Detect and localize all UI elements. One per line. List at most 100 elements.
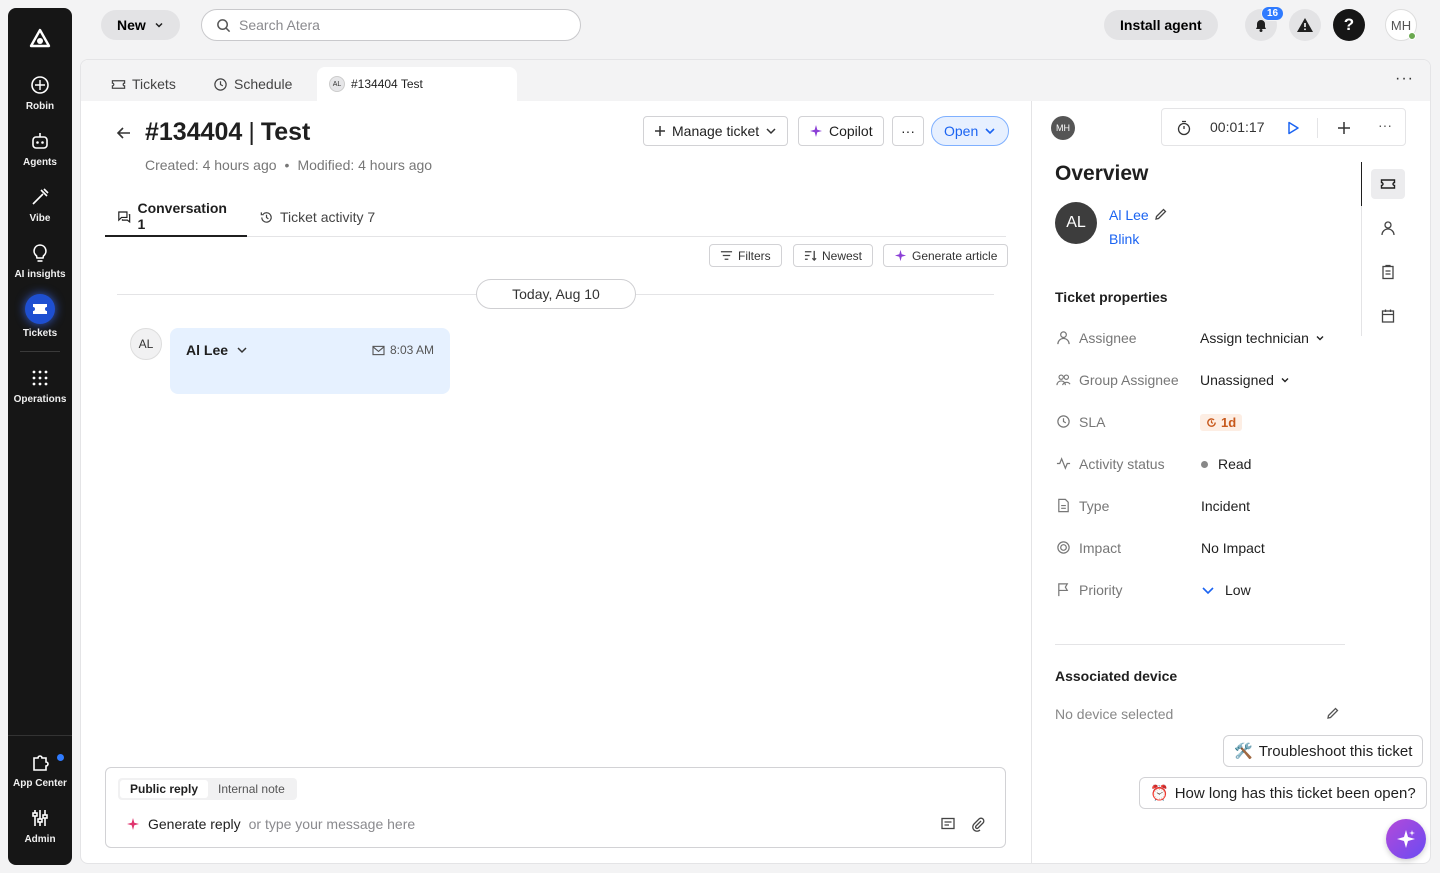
global-search[interactable] [201,9,581,41]
reply-composer: Public reply Internal note Generate repl… [105,767,1006,848]
sidebar-divider [20,351,60,352]
notifications-button[interactable]: 16 [1245,6,1285,41]
type-value[interactable]: Incident [1201,498,1250,514]
priority-dropdown[interactable]: Low [1201,582,1251,598]
sla-value: 1d [1221,415,1237,430]
template-icon[interactable] [940,816,956,832]
rail-clipboard-tab[interactable] [1371,257,1405,287]
ticket-icon [111,79,126,89]
contact-name-link[interactable]: Al Lee [1109,207,1149,223]
generate-article-button[interactable]: Generate article [883,244,1009,267]
sidebar-item-label: Robin [25,101,55,112]
tab-conversation[interactable]: Conversation 1 [105,197,247,237]
sidebar-item-vibe[interactable]: Vibe [8,186,72,224]
sidebar-item-label: Operations [13,394,67,405]
property-sla: SLA 1d [1055,412,1355,432]
status-dropdown[interactable]: Open [931,116,1010,146]
copilot-button[interactable]: Copilot [798,116,884,146]
suggestion-how-long-open[interactable]: ⏰ How long has this ticket been open? [1139,777,1427,809]
plus-icon[interactable] [1336,120,1352,136]
meta-bullet: • [284,157,290,173]
clipboard-icon [1382,264,1394,280]
status-label: Open [944,123,979,139]
tab-label: Ticket activity 7 [280,209,376,225]
tab-internal-note[interactable]: Internal note [208,780,295,798]
property-label: SLA [1079,414,1106,430]
more-actions-button[interactable]: ··· [892,116,924,146]
sidebar-item-ai-insights[interactable]: AI insights [8,242,72,280]
person-icon [1057,331,1070,345]
pencil-icon[interactable] [1154,207,1168,221]
manage-ticket-button[interactable]: Manage ticket [643,116,789,146]
sidebar-item-admin[interactable]: Admin [8,807,72,845]
sidebar-item-label: Tickets [22,328,58,339]
tools-emoji-icon: 🛠️ [1234,743,1253,760]
tab-label: Schedule [234,76,293,92]
rail-ticket-tab[interactable] [1371,169,1405,199]
tickets-icon-wrap [25,294,55,324]
filters-button[interactable]: Filters [709,244,782,267]
atera-logo-icon[interactable] [28,28,52,52]
copilot-fab-button[interactable] [1386,819,1426,859]
rail-active-indicator [1361,162,1362,206]
timer-more-icon[interactable]: ··· [1378,117,1392,133]
sort-newest-button[interactable]: Newest [793,244,874,267]
new-button[interactable]: New [101,10,180,40]
email-icon [372,345,385,355]
suggestion-troubleshoot[interactable]: 🛠️ Troubleshoot this ticket [1223,735,1424,767]
message-avatar: AL [130,328,162,360]
message-sender[interactable]: Al Lee [186,342,248,358]
target-icon [1057,541,1070,554]
property-group-assignee: Group Assignee Unassigned [1055,370,1355,390]
search-icon [217,18,231,32]
impact-value[interactable]: No Impact [1201,540,1265,556]
company-link[interactable]: Blink [1109,231,1139,247]
group-assignee-dropdown[interactable]: Unassigned [1200,372,1290,388]
install-agent-button[interactable]: Install agent [1104,10,1218,40]
user-avatar[interactable]: MH [1385,9,1417,41]
ticket-icon [33,304,47,314]
tab-bar-more-icon[interactable]: ··· [1395,70,1414,88]
sparkle-icon [1397,830,1415,848]
edit-device-pencil-icon[interactable] [1326,706,1340,720]
warning-icon [1297,18,1313,32]
tab-label: Tickets [132,76,176,92]
assignee-dropdown[interactable]: Assign technician [1200,330,1325,346]
search-input[interactable] [239,17,539,33]
flag-icon [1058,583,1069,597]
associated-device-title: Associated device [1055,668,1178,684]
rail-calendar-tab[interactable] [1371,301,1405,331]
back-arrow-icon[interactable] [115,124,133,142]
notifications-count-badge: 16 [1261,6,1285,21]
sla-value-wrap: 1d [1200,414,1243,431]
rail-contact-tab[interactable] [1371,213,1405,243]
user-initials: MH [1390,17,1412,33]
tab-tickets[interactable]: Tickets [99,67,188,101]
sidebar-item-agents[interactable]: Agents [8,130,72,168]
tab-ticket-activity[interactable]: Ticket activity 7 [247,197,387,237]
play-icon[interactable] [1285,120,1301,136]
tab-schedule[interactable]: Schedule [201,67,304,101]
message-input[interactable] [248,816,549,832]
chevron-down-icon [1281,378,1289,383]
priority-low-chevron-icon [1202,587,1214,595]
attachment-icon[interactable] [970,816,986,832]
help-button[interactable]: ? [1333,9,1365,41]
tab-ticket-134404[interactable]: AL #134404 Test [317,67,517,101]
sidebar-item-operations[interactable]: Operations [8,367,72,405]
tab-avatar: AL [329,76,345,92]
tab-public-reply[interactable]: Public reply [120,780,209,798]
chevron-down-icon [155,22,163,28]
sidebar-item-app-center[interactable]: App Center [8,751,72,789]
message-bubble[interactable]: Al Lee 8:03 AM [170,328,450,394]
sidebar-item-robin[interactable]: Robin [8,74,72,112]
alerts-button[interactable] [1289,9,1321,41]
property-activity-status: Activity status Read [1055,454,1355,474]
assigned-user-avatar[interactable]: MH [1051,116,1075,140]
property-priority: Priority Low [1055,580,1355,600]
time-tracker: 00:01:17 ··· [1161,108,1406,146]
sidebar-item-tickets[interactable]: Tickets [8,294,72,339]
install-agent-label: Install agent [1120,17,1202,33]
generate-reply-link[interactable]: Generate reply [148,816,241,832]
lightbulb-icon [33,244,47,262]
